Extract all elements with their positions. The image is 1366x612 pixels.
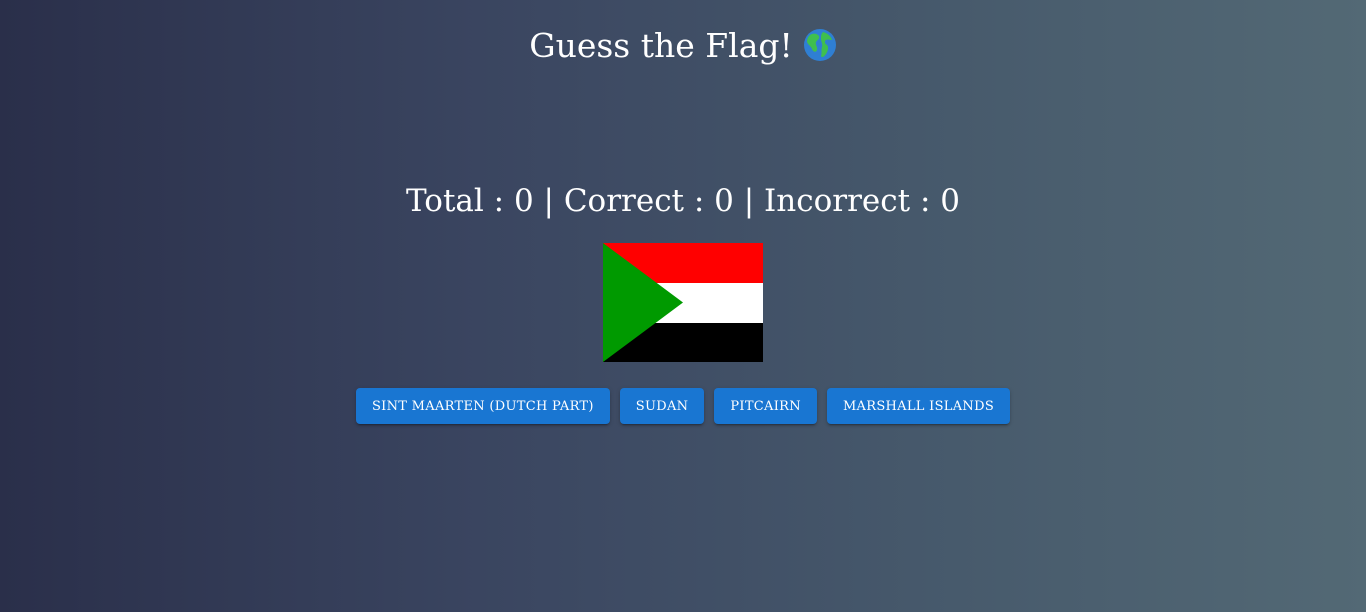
globe-americas-icon	[803, 28, 837, 62]
option-button-marshall-islands[interactable]: Marshall Islands	[826, 388, 1011, 424]
option-button-sudan[interactable]: Sudan	[619, 388, 705, 424]
page-title: Guess the Flag!	[529, 26, 793, 65]
page-header: Guess the Flag!	[0, 24, 1366, 68]
score-summary: Total : 0 | Correct : 0 | Incorrect : 0	[406, 183, 960, 219]
option-button-pitcairn[interactable]: Pitcairn	[714, 388, 817, 424]
answer-options: Sint Maarten (Dutch part) Sudan Pitcairn…	[0, 388, 1366, 424]
flag-image	[603, 243, 763, 362]
option-button-sint-maarten[interactable]: Sint Maarten (Dutch part)	[355, 388, 610, 424]
